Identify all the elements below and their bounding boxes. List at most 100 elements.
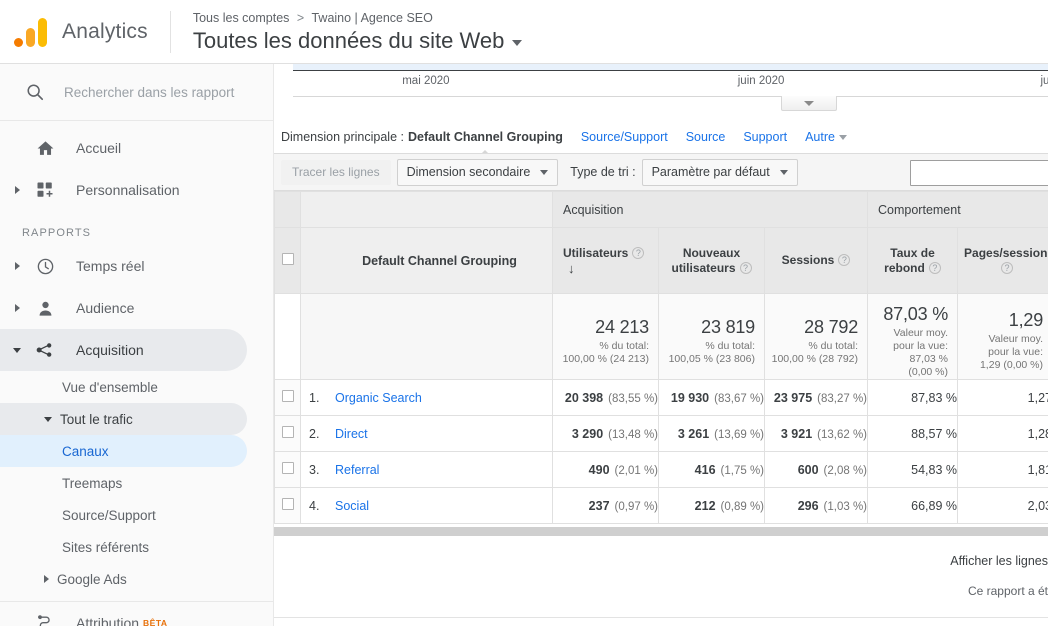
row-sessions-pct: (1,03 %) [823,500,868,513]
summary-value: 24 213 [595,316,649,337]
help-icon[interactable]: ? [739,261,752,274]
column-header-taux-de-rebond[interactable]: Taux de rebond? [867,227,959,294]
select-all-checkbox[interactable] [281,252,294,265]
row-checkbox-cell[interactable] [274,379,301,416]
column-header-nouveaux-utilisateurs[interactable]: Nouveaux utilisateurs? [658,227,765,294]
row-users-cell: 490 (2,01 %) [552,451,659,488]
sidebar-item-vue-densemble[interactable]: Vue d'ensemble [0,371,247,403]
view-selector[interactable]: Toutes les données du site Web [193,28,523,54]
expand-arrow-icon[interactable] [6,304,28,312]
sidebar-item-acquisition[interactable]: Acquisition [0,329,247,371]
collapse-chart-button[interactable] [781,96,837,111]
row-checkbox[interactable] [281,497,294,510]
sidebar-sub-label: Treemaps [62,475,123,491]
row-sessions-cell: 296 (1,03 %) [763,487,869,524]
row-bounce-cell: 88,57 % [867,415,959,452]
column-header-sessions-label: Sessions [781,253,835,267]
sidebar-item-temps-reel[interactable]: Temps réel [0,245,273,287]
search-input[interactable] [52,83,242,101]
breadcrumb[interactable]: Tous les comptes > Twaino | Agence SEO [193,10,522,26]
select-all-checkbox-cell[interactable] [274,227,301,294]
column-header-pages-session-label: Pages/session [964,245,1048,260]
row-channel-link[interactable]: Referral [335,463,379,477]
row-checkbox[interactable] [281,389,294,402]
arrow-down-icon[interactable]: ↓ [568,261,575,276]
row-pages-cell: 2,03 [957,487,1048,524]
primary-dimension-label: Dimension principale : [281,130,404,144]
expand-arrow-icon[interactable] [6,262,28,270]
expand-arrow-icon[interactable] [44,575,49,583]
dimension-link-support[interactable]: Support [743,130,787,144]
row-sessions-pct: (83,27 %) [817,392,868,405]
primary-dimension-selected[interactable]: Default Channel Grouping [408,130,563,156]
table-row: 2. Direct 3 290 (13,48 %) 3 261 (13,69 %) … [274,415,1048,452]
row-bounce-cell: 54,83 % [867,451,959,488]
brand-name: Analytics [62,19,148,43]
row-checkbox-cell[interactable] [274,487,301,524]
help-icon[interactable]: ? [632,246,645,259]
sidebar-item-canaux[interactable]: Canaux [0,435,247,467]
summary-checkbox-cell [274,293,301,380]
sidebar-item-personnalisation[interactable]: Personnalisation [0,169,273,211]
analytics-logo [0,17,62,47]
collapse-arrow-icon[interactable] [6,347,28,353]
sidebar-label: Attribution [76,615,140,626]
summary-cell-sessions: 28 792 % du total: 100,00 % (28 792) [763,293,869,380]
row-channel-link[interactable]: Social [335,499,369,513]
collapse-arrow-icon[interactable] [44,416,52,422]
sidebar-search-row[interactable] [0,64,273,121]
sort-type-button[interactable]: Paramètre par défaut [641,158,798,186]
sidebar-label: Accueil [76,140,122,156]
group-header-blank [274,191,301,228]
row-users-value: 3 290 [571,426,604,441]
chevron-down-icon [838,134,847,140]
show-rows-label[interactable]: Afficher les lignes [274,552,1048,570]
row-sessions-value: 23 975 [773,390,813,405]
row-checkbox[interactable] [281,461,294,474]
sidebar-item-tout-le-trafic[interactable]: Tout le trafic [0,403,247,435]
horizontal-scrollbar[interactable] [274,526,1048,536]
sidebar-item-attribution[interactable]: Attribution BÊTA [0,602,273,626]
footer-divider [274,617,1048,618]
row-channel-link[interactable]: Direct [335,427,368,441]
primary-dimension-bar: Dimension principale : Default Channel G… [274,121,1048,156]
breadcrumb-property[interactable]: Twaino | Agence SEO [311,11,432,25]
row-users-value: 490 [588,462,610,477]
dimension-link-autre[interactable]: Autre [805,130,847,144]
row-checkbox-cell[interactable] [274,415,301,452]
sidebar-item-accueil[interactable]: Accueil [0,127,273,169]
summary-sub: % du total: 100,00 % (28 792) [771,339,859,365]
column-header-utilisateurs[interactable]: Utilisateurs ? ↓ [552,227,659,294]
table-search-input[interactable] [910,160,1048,186]
plot-rows-button[interactable]: Tracer les lignes [281,159,391,185]
row-new-users-pct: (13,69 %) [714,428,764,441]
row-index: 1. [309,390,320,405]
column-header-pages-session[interactable]: Pages/session? [957,227,1048,294]
row-sessions-pct: (2,08 %) [823,464,868,477]
help-icon[interactable]: ? [838,254,851,266]
help-icon[interactable]: ? [1001,261,1014,274]
sidebar-item-source-support[interactable]: Source/Support [0,499,247,531]
row-channel-link[interactable]: Organic Search [335,391,422,405]
group-header-acquisition: Acquisition [551,191,869,228]
axis-baseline [293,96,1048,97]
breadcrumb-account[interactable]: Tous les comptes [193,11,290,25]
sidebar-item-audience[interactable]: Audience [0,287,273,329]
sidebar-item-google-ads[interactable]: Google Ads [0,563,247,595]
dimension-link-source-support[interactable]: Source/Support [581,130,668,144]
dimension-link-autre-label: Autre [805,130,835,144]
row-checkbox-cell[interactable] [274,451,301,488]
help-icon[interactable]: ? [928,261,941,274]
chevron-down-icon[interactable] [512,39,523,46]
row-pages-cell: 1,28 [957,415,1048,452]
summary-value: 1,29 [1008,310,1044,330]
secondary-dimension-button[interactable]: Dimension secondaire [396,158,559,186]
sidebar-item-sites-referents[interactable]: Sites référents [0,531,247,563]
scrollbar-thumb[interactable] [274,527,1048,536]
dimension-link-source[interactable]: Source [686,130,726,144]
column-header-sessions[interactable]: Sessions? [763,227,869,294]
row-checkbox[interactable] [281,425,294,438]
expand-arrow-icon[interactable] [6,186,28,194]
sidebar-item-treemaps[interactable]: Treemaps [0,467,247,499]
column-header-dimension[interactable]: Default Channel Grouping [300,227,553,294]
